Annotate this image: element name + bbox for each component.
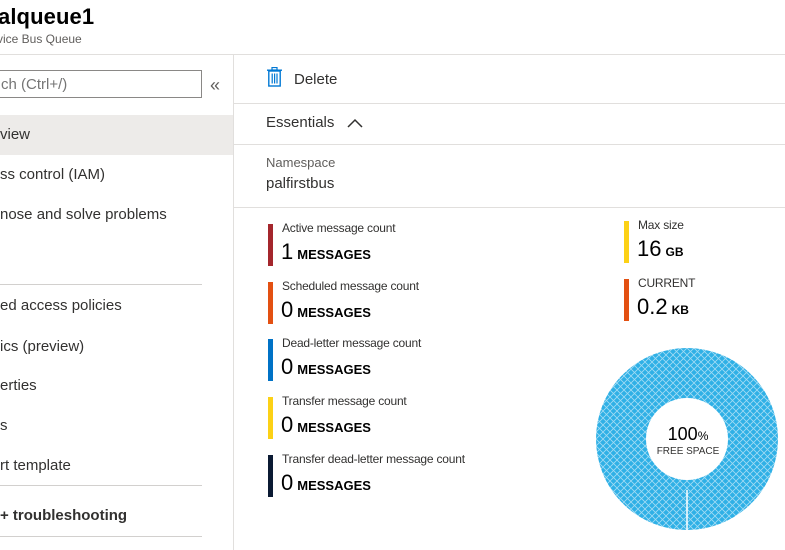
max-size-unit: GB: [665, 245, 684, 259]
donut-percent: 100: [667, 424, 698, 444]
sidebar-item-label: ed access policies: [0, 297, 122, 314]
current-size-label: CURRENT: [638, 276, 696, 290]
metric-color-bar: [268, 339, 273, 381]
sidebar-divider: [0, 485, 202, 486]
current-size-unit: KB: [671, 303, 689, 317]
metric-value: 0: [281, 412, 294, 437]
sidebar-item-overview[interactable]: view: [0, 115, 233, 155]
metric-unit: MESSAGES: [297, 247, 371, 262]
donut-percent-row: 100%: [655, 424, 721, 445]
metric-color-bar: [268, 397, 273, 439]
page-title: alqueue1: [0, 4, 95, 29]
metric-color-bar: [268, 455, 273, 497]
chevron-up-icon: [347, 118, 363, 128]
sidebar-item-shared-access-policies[interactable]: ed access policies: [0, 286, 233, 326]
sidebar-item-label: s: [0, 417, 8, 434]
page-subtitle: vice Bus Queue: [0, 32, 82, 46]
sidebar-item-properties[interactable]: erties: [0, 366, 233, 406]
sidebar-item-export-template[interactable]: rt template: [0, 446, 233, 486]
metric-label: Transfer dead-letter message count: [282, 452, 465, 466]
metric-color-bar: [268, 224, 273, 266]
sidebar-item-diagnose[interactable]: nose and solve problems: [0, 195, 233, 235]
sidebar-item-label: view: [0, 126, 31, 143]
essentials-toggle[interactable]: Essentials: [266, 114, 363, 131]
dead-letter-message-count: Dead-letter message count 0 MESSAGES: [268, 336, 528, 383]
trash-icon: [266, 66, 283, 92]
sidebar-item-access-control[interactable]: ss control (IAM): [0, 155, 233, 195]
metric-unit: MESSAGES: [297, 478, 371, 493]
donut-percent-sign: %: [697, 429, 709, 443]
metric-label: Transfer message count: [282, 394, 407, 408]
donut-text: FREE SPACE: [656, 446, 720, 457]
metric-value-row: 0 MESSAGES: [281, 354, 371, 380]
metric-value: 0: [281, 470, 294, 495]
header-divider: [0, 54, 785, 55]
sidebar-divider: [0, 284, 202, 285]
namespace-divider: [234, 207, 785, 208]
active-message-count: Active message count 1 MESSAGES: [268, 221, 528, 268]
current-size-value-row: 0.2 KB: [637, 294, 689, 320]
sidebar-item-label: erties: [0, 377, 37, 394]
essentials-label: Essentials: [266, 114, 335, 131]
metric-unit: MESSAGES: [297, 305, 371, 320]
sidebar-item-label: + troubleshooting: [0, 507, 128, 524]
sidebar-item-locks[interactable]: s: [0, 406, 233, 446]
scheduled-message-count: Scheduled message count 0 MESSAGES: [268, 279, 528, 326]
sidebar-item-metrics[interactable]: ics (preview): [0, 327, 233, 367]
max-size: Max size 16 GB: [624, 218, 744, 263]
toolbar-divider: [234, 103, 785, 104]
sidebar-vertical-divider: [233, 55, 234, 550]
metric-value-row: 0 MESSAGES: [281, 470, 371, 496]
current-size: CURRENT 0.2 KB: [624, 276, 744, 321]
max-size-label: Max size: [638, 218, 684, 232]
essentials-divider: [234, 144, 785, 145]
delete-label: Delete: [294, 70, 338, 88]
metric-value: 0: [281, 297, 294, 322]
metric-value-row: 0 MESSAGES: [281, 297, 371, 323]
metric-label: Active message count: [282, 221, 396, 235]
namespace-label: Namespace: [266, 155, 336, 170]
namespace-value: palfirstbus: [266, 175, 335, 192]
donut-center-label: 100% FREE SPACE: [655, 424, 721, 457]
metric-color-bar: [268, 282, 273, 324]
delete-button[interactable]: Delete: [266, 66, 337, 92]
metric-value-row: 0 MESSAGES: [281, 412, 371, 438]
metric-value-row: 1 MESSAGES: [281, 239, 371, 265]
metric-color-bar: [624, 279, 629, 321]
metric-value: 0: [281, 354, 294, 379]
sidebar-item-label: rt template: [0, 457, 71, 474]
sidebar-divider: [0, 536, 202, 537]
metric-unit: MESSAGES: [297, 420, 371, 435]
sidebar-item-label: nose and solve problems: [0, 206, 167, 223]
search-input[interactable]: [0, 70, 202, 98]
sidebar-section-support-troubleshooting[interactable]: + troubleshooting: [0, 496, 233, 536]
max-size-value: 16: [637, 236, 662, 261]
metric-label: Scheduled message count: [282, 279, 419, 293]
transfer-message-count: Transfer message count 0 MESSAGES: [268, 394, 528, 441]
sidebar-item-label: ss control (IAM): [0, 166, 106, 183]
metric-value: 1: [281, 239, 294, 264]
max-size-value-row: 16 GB: [637, 236, 683, 262]
collapse-sidebar-button[interactable]: «: [210, 74, 220, 96]
current-size-value: 0.2: [637, 294, 668, 319]
sidebar-item-label: ics (preview): [0, 338, 85, 355]
transfer-dead-letter-message-count: Transfer dead-letter message count 0 MESS…: [268, 452, 528, 499]
metric-label: Dead-letter message count: [282, 336, 422, 350]
metric-color-bar: [624, 221, 629, 263]
metric-unit: MESSAGES: [297, 362, 371, 377]
